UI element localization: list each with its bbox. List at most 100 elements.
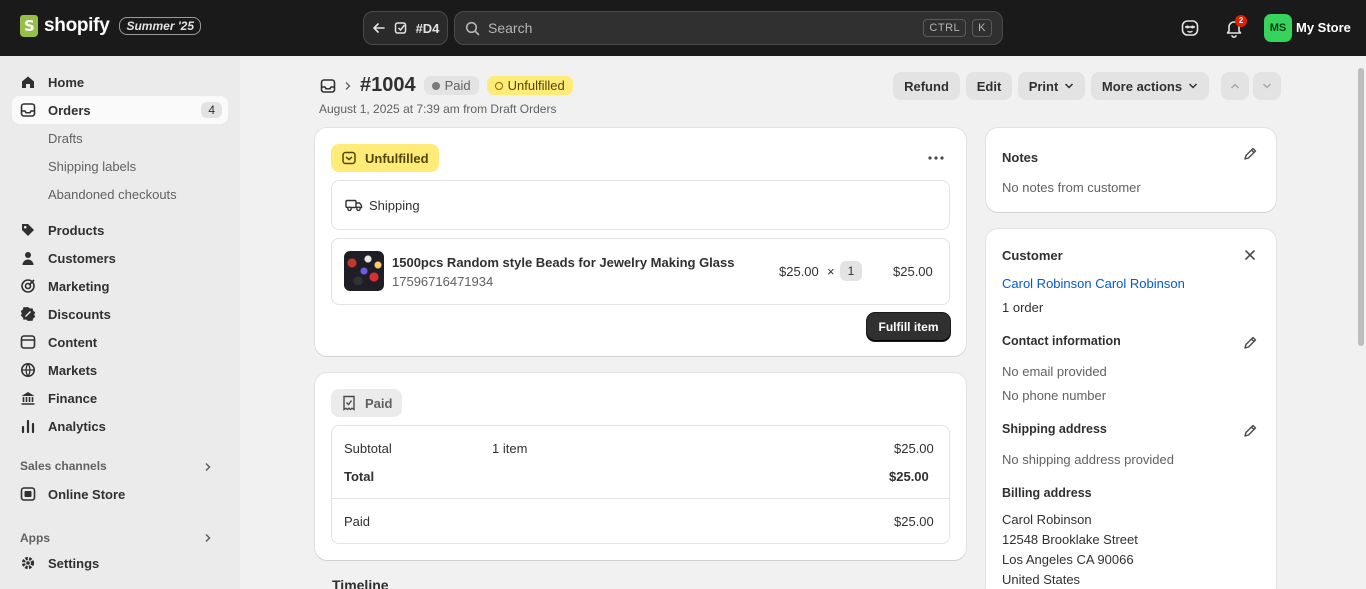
paid-label: Paid bbox=[344, 514, 371, 529]
customer-name-link[interactable]: Carol Robinson Carol Robinson bbox=[1002, 276, 1185, 291]
unfulfilled-box-icon bbox=[342, 151, 356, 165]
shopify-bag-icon bbox=[20, 15, 38, 37]
total-value: $25.00 bbox=[889, 469, 929, 484]
subtotal-item-count: 1 item bbox=[492, 441, 528, 456]
bank-icon bbox=[21, 392, 35, 405]
product-thumbnail[interactable] bbox=[344, 251, 384, 291]
badge-label: Unfulfilled bbox=[507, 78, 565, 93]
sales-channels-label[interactable]: Sales channels bbox=[20, 459, 107, 473]
sidebar-item-finance[interactable]: Finance bbox=[12, 384, 228, 412]
sidekick-icon[interactable] bbox=[1180, 18, 1200, 38]
edit-button[interactable]: Edit bbox=[966, 72, 1012, 100]
receipt-check-icon bbox=[343, 395, 355, 411]
chevron-right-icon[interactable] bbox=[203, 533, 213, 543]
more-actions-button[interactable]: More actions bbox=[1091, 72, 1209, 100]
sidebar-item-marketing[interactable]: Marketing bbox=[12, 272, 228, 300]
unfulfilled-status-pill: Unfulfilled bbox=[331, 144, 439, 172]
pencil-icon[interactable] bbox=[1242, 146, 1258, 162]
store-avatar[interactable]: MS bbox=[1264, 14, 1292, 42]
delivery-method-label: Shipping bbox=[369, 198, 420, 213]
sidebar-subitem-abandoned-checkouts[interactable]: Abandoned checkouts bbox=[48, 187, 177, 202]
back-to-draft-button[interactable]: #D4 bbox=[363, 11, 448, 45]
sidebar-item-label: Marketing bbox=[48, 278, 110, 294]
delivery-method-box bbox=[331, 180, 950, 230]
sidebar-subitem-drafts[interactable]: Drafts bbox=[48, 131, 83, 146]
subtotal-value: $25.00 bbox=[894, 441, 934, 456]
sidebar-item-home[interactable]: Home bbox=[12, 68, 228, 96]
sidebar-item-label: Finance bbox=[48, 390, 98, 406]
sidebar-item-analytics[interactable]: Analytics bbox=[12, 412, 228, 440]
button-label: Print bbox=[1028, 78, 1059, 94]
order-header: #1004 Paid Unfulfilled bbox=[320, 74, 573, 97]
scrollbar-thumb[interactable] bbox=[1358, 68, 1364, 346]
orders-breadcrumb-icon[interactable] bbox=[320, 78, 336, 94]
product-title-link[interactable]: 1500pcs Random style Beads for Jewelry M… bbox=[392, 255, 734, 270]
sidebar-item-content[interactable]: Content bbox=[12, 328, 228, 356]
edition-badge[interactable]: Summer '25 bbox=[119, 17, 202, 35]
person-icon bbox=[22, 252, 34, 265]
divider bbox=[332, 498, 949, 499]
sidebar-item-label: Customers bbox=[48, 250, 116, 266]
status-label: Paid bbox=[365, 395, 393, 411]
storefront-icon bbox=[20, 487, 36, 501]
sidebar-item-label: Markets bbox=[48, 362, 98, 378]
contact-email: No email provided bbox=[1002, 364, 1107, 379]
button-label: Edit bbox=[976, 78, 1002, 94]
search-bar[interactable]: Search CTRL K bbox=[454, 11, 1003, 45]
sidebar-item-customers[interactable]: Customers bbox=[12, 244, 228, 272]
chevron-up-icon bbox=[1230, 83, 1240, 89]
shopify-logo[interactable]: shopify Summer '25 bbox=[20, 15, 202, 37]
sidebar-item-orders[interactable]: Orders 4 bbox=[12, 96, 228, 124]
paid-status-pill: Paid bbox=[331, 389, 403, 417]
draft-order-icon bbox=[394, 22, 406, 34]
subtotal-label: Subtotal bbox=[344, 441, 392, 456]
chevron-down-icon bbox=[1189, 83, 1198, 89]
apps-label[interactable]: Apps bbox=[20, 531, 50, 545]
button-label: Refund bbox=[904, 78, 949, 94]
timeline-heading: Timeline bbox=[332, 577, 389, 589]
pencil-icon[interactable] bbox=[1242, 335, 1258, 351]
home-icon bbox=[22, 76, 34, 88]
chevron-right-icon[interactable] bbox=[203, 462, 213, 472]
next-order-button[interactable] bbox=[1253, 72, 1281, 100]
shipping-address-body: No shipping address provided bbox=[1002, 452, 1174, 467]
sidebar-item-online-store[interactable]: Online Store bbox=[12, 480, 228, 508]
unit-price: $25.00 bbox=[779, 264, 819, 279]
sidebar-item-label: Analytics bbox=[48, 418, 106, 434]
store-name[interactable]: My Store bbox=[1296, 20, 1351, 35]
orders-count-badge: 4 bbox=[201, 102, 222, 118]
sidebar-item-products[interactable]: Products bbox=[12, 216, 228, 244]
arrow-left-icon bbox=[372, 23, 385, 33]
sidebar-item-label: Discounts bbox=[48, 306, 111, 322]
notes-card bbox=[986, 128, 1276, 212]
refund-button[interactable]: Refund bbox=[893, 72, 960, 100]
fulfill-item-button[interactable]: Fulfill item bbox=[867, 313, 950, 341]
sidebar-subitem-shipping-labels[interactable]: Shipping labels bbox=[48, 159, 136, 174]
close-icon[interactable] bbox=[1242, 247, 1258, 263]
breadcrumb-chevron-icon bbox=[345, 81, 351, 90]
top-bar: shopify Summer '25 #D4 Search CTRL K 2 M… bbox=[0, 0, 1366, 56]
sidebar-item-label: Settings bbox=[48, 555, 100, 571]
paid-value: $25.00 bbox=[894, 514, 934, 529]
sidebar-item-label: Orders bbox=[48, 102, 91, 118]
gear-icon bbox=[21, 556, 35, 570]
line-total: $25.00 bbox=[893, 264, 933, 279]
pencil-icon[interactable] bbox=[1242, 423, 1258, 439]
search-input[interactable]: Search bbox=[488, 20, 917, 36]
customer-order-count[interactable]: 1 order bbox=[1002, 300, 1043, 315]
customer-title: Customer bbox=[1002, 248, 1063, 263]
sidebar-item-markets[interactable]: Markets bbox=[12, 356, 228, 384]
total-label: Total bbox=[344, 469, 375, 484]
sidebar-item-discounts[interactable]: Discounts bbox=[12, 300, 228, 328]
page-title: #1004 bbox=[360, 74, 416, 96]
print-button[interactable]: Print bbox=[1018, 72, 1085, 100]
status-label: Unfulfilled bbox=[365, 150, 429, 166]
product-sku: 17596716471934 bbox=[392, 274, 494, 289]
previous-order-button[interactable] bbox=[1221, 72, 1249, 100]
sidebar-item-settings[interactable]: Settings bbox=[12, 549, 228, 577]
shipping-address-title: Shipping address bbox=[1002, 422, 1107, 436]
billing-line: 12548 Brooklake Street bbox=[1002, 532, 1138, 547]
discount-icon bbox=[20, 307, 36, 321]
more-options-icon[interactable] bbox=[927, 150, 945, 166]
sidebar-item-label: Online Store bbox=[48, 486, 126, 502]
